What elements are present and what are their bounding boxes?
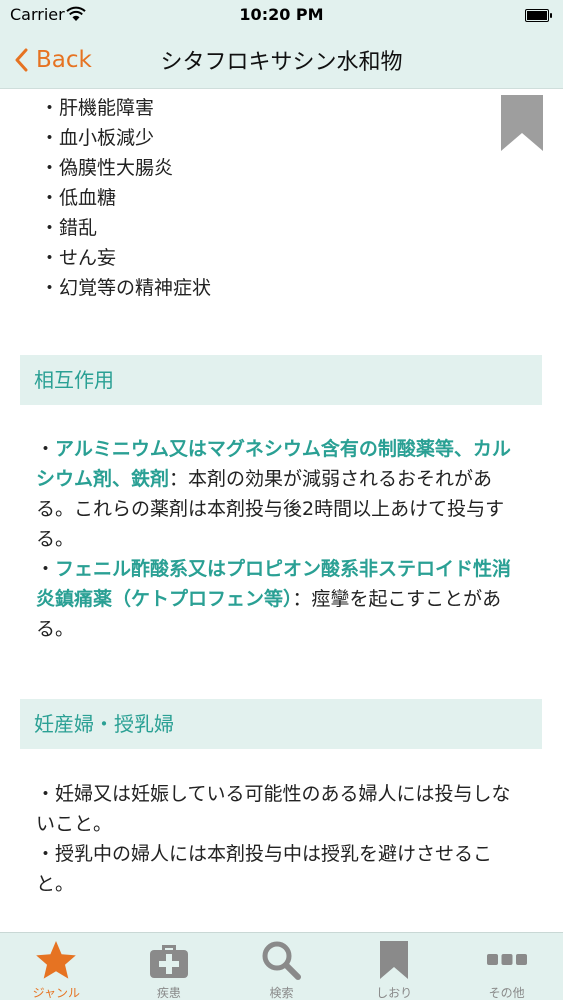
section-header-interactions: 相互作用 (20, 355, 542, 405)
content-scroll-area[interactable]: ・肝機能障害 ・血小板減少 ・偽膜性大腸炎 ・低血糖 ・錯乱 ・せん妄 ・幻覚等… (0, 89, 563, 932)
list-item: ・幻覚等の精神症状 (40, 277, 212, 299)
tab-label: ジャンル (32, 986, 80, 1000)
pregnancy-text: ・妊婦又は妊娠している可能性のある婦人には投与しないこと。 ・授乳中の婦人には本… (36, 783, 511, 895)
tab-more[interactable]: その他 (450, 933, 563, 1000)
list-item: ・錯乱 (40, 217, 98, 239)
list-item: ・肝機能障害 (40, 97, 155, 119)
screen: Carrier 10:20 PM Back シタフロキサシン水和物 ・肝機能障害… (0, 0, 563, 1000)
back-label: Back (36, 47, 92, 73)
tab-label: その他 (488, 986, 525, 1000)
battery-icon (525, 9, 552, 22)
chevron-left-icon (15, 48, 28, 72)
tab-bookmarks[interactable]: しおり (338, 933, 451, 1000)
side-effects-list: ・肝機能障害 ・血小板減少 ・偽膜性大腸炎 ・低血糖 ・錯乱 ・せん妄 ・幻覚等… (40, 93, 211, 303)
tab-label: しおり (376, 986, 413, 1000)
list-item: ・血小板減少 (40, 127, 155, 149)
medical-bag-icon (149, 945, 188, 978)
list-item: ・偽膜性大腸炎 (40, 157, 174, 179)
tab-label: 疾患 (156, 986, 181, 1000)
tab-genre[interactable]: ジャンル (0, 933, 113, 1000)
list-item: ・低血糖 (40, 187, 117, 209)
status-time: 10:20 PM (239, 5, 324, 24)
navigation-bar: Back シタフロキサシン水和物 (0, 32, 563, 89)
back-button[interactable]: Back (14, 40, 92, 80)
tab-bar: ジャンル 疾患 検索 しおり その他 (0, 932, 563, 1000)
more-icon (486, 954, 527, 965)
bookmark-icon (380, 941, 409, 979)
star-icon (36, 941, 77, 979)
page-title: シタフロキサシン水和物 (160, 50, 403, 75)
search-icon (262, 941, 302, 980)
section-header-pregnancy: 妊産婦・授乳婦 (20, 699, 542, 749)
tab-label: 検索 (269, 986, 294, 1000)
status-bar: Carrier 10:20 PM (0, 0, 563, 32)
interactions-text: ・アルミニウム又はマグネシウム含有の制酸薬等、カルシウム剤、鉄剤：本剤の効果が減… (36, 438, 512, 640)
tab-disease[interactable]: 疾患 (113, 933, 226, 1000)
bookmark-icon[interactable] (499, 95, 545, 151)
tab-search[interactable]: 検索 (225, 933, 338, 1000)
list-item: ・せん妄 (40, 247, 117, 269)
